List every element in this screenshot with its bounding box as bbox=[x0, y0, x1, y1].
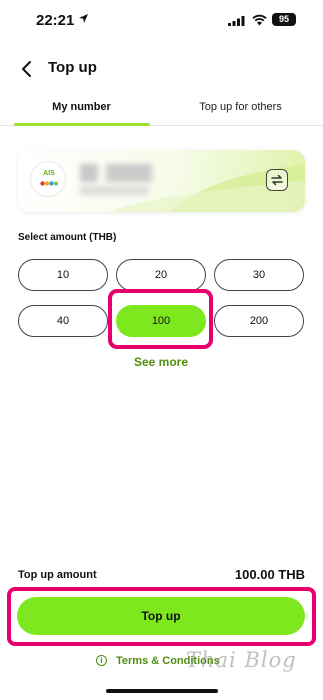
info-icon: i bbox=[96, 655, 107, 666]
amount-option-30[interactable]: 30 bbox=[214, 259, 304, 291]
select-amount-label: Select amount (THB) bbox=[18, 232, 117, 243]
top-up-button[interactable]: Top up bbox=[17, 597, 305, 635]
amount-option-40[interactable]: 40 bbox=[18, 305, 108, 337]
back-arrow-icon[interactable] bbox=[16, 58, 38, 80]
blurred-subtitle bbox=[80, 186, 148, 195]
amount-option-20[interactable]: 20 bbox=[116, 259, 206, 291]
status-time: 22:21 bbox=[36, 12, 75, 29]
switch-number-icon bbox=[271, 174, 283, 186]
location-arrow-icon bbox=[79, 14, 88, 23]
top-up-amount-value: 100.00 THB bbox=[234, 567, 305, 582]
status-bar: 22:21 95 bbox=[0, 0, 323, 40]
switch-number-button[interactable] bbox=[266, 169, 288, 191]
signal-icon bbox=[228, 16, 245, 26]
operator-logo-text: AIS bbox=[43, 170, 55, 177]
tab-my-number[interactable]: My number bbox=[14, 101, 149, 113]
amount-option-200[interactable]: 200 bbox=[214, 305, 304, 337]
blurred-phone-number bbox=[106, 164, 152, 182]
tab-top-up-for-others[interactable]: Top up for others bbox=[168, 101, 313, 113]
see-more-link[interactable]: See more bbox=[112, 355, 210, 369]
selected-amount-highlight bbox=[108, 289, 213, 349]
logo-dots-icon bbox=[40, 181, 58, 186]
top-up-amount-label: Top up amount bbox=[18, 569, 97, 581]
top-up-screen: 22:21 95 Top up My number Top up for oth… bbox=[0, 0, 323, 700]
wifi-icon bbox=[252, 14, 267, 26]
active-tab-indicator bbox=[14, 123, 150, 126]
home-indicator bbox=[106, 689, 218, 693]
amount-option-10[interactable]: 10 bbox=[18, 259, 108, 291]
blurred-name-initial bbox=[80, 164, 98, 182]
battery-indicator: 95 bbox=[272, 13, 296, 26]
page-title: Top up bbox=[48, 59, 97, 76]
operator-logo: AIS bbox=[30, 161, 66, 197]
watermark: Thai Blog bbox=[186, 648, 297, 672]
number-card: AIS bbox=[18, 150, 305, 212]
